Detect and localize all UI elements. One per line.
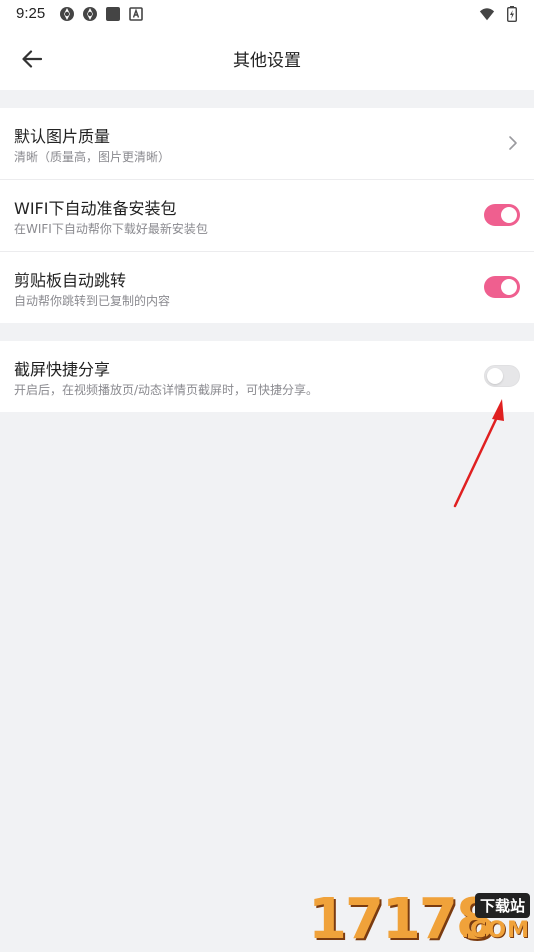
aperture-icon (59, 6, 75, 22)
clipboard-jump-toggle[interactable] (484, 276, 520, 298)
chevron-right-icon (509, 136, 517, 150)
wifi-icon (479, 6, 495, 22)
setting-title: 截屏快捷分享 (14, 360, 111, 379)
app-bar: 其他设置 (0, 28, 534, 90)
status-bar: 9:25 (0, 0, 534, 28)
toggle-knob (487, 368, 503, 384)
setting-title: 默认图片质量 (14, 127, 111, 146)
setting-row-image-quality[interactable]: 默认图片质量 清晰（质量高，图片更清晰） (0, 108, 534, 179)
setting-subtitle: 自动帮你跳转到已复制的内容 (14, 294, 171, 308)
status-time: 9:25 (16, 5, 46, 22)
wifi-auto-download-toggle[interactable] (484, 204, 520, 226)
settings-group-general: 默认图片质量 清晰（质量高，图片更清晰） WIFI下自动准备安装包 在WIFI下… (0, 108, 534, 323)
aperture-icon (82, 6, 98, 22)
page-title: 其他设置 (233, 51, 301, 71)
setting-row-clipboard-jump[interactable]: 剪贴板自动跳转 自动帮你跳转到已复制的内容 (0, 251, 534, 323)
setting-title: WIFI下自动准备安装包 (14, 199, 177, 218)
a-badge-icon (128, 6, 144, 22)
watermark-suffix: .COM (460, 918, 530, 943)
setting-row-wifi-auto-download[interactable]: WIFI下自动准备安装包 在WIFI下自动帮你下载好最新安装包 (0, 179, 534, 251)
watermark-badge: 下载站 (474, 893, 530, 918)
status-icons-right (479, 6, 520, 22)
screenshot-share-toggle[interactable] (484, 365, 520, 387)
setting-subtitle: 在WIFI下自动帮你下载好最新安装包 (14, 222, 208, 236)
status-icons-left (59, 6, 144, 22)
setting-subtitle: 清晰（质量高，图片更清晰） (14, 150, 171, 164)
annotation-arrow (453, 399, 504, 508)
setting-title: 剪贴板自动跳转 (14, 271, 127, 290)
square-icon (105, 6, 121, 22)
battery-charging-icon (504, 6, 520, 22)
toggle-knob (501, 279, 517, 295)
setting-subtitle: 开启后，在视频播放页/动态详情页截屏时，可快捷分享。 (14, 383, 319, 397)
watermark-logo: 17178 下载站 .COM (308, 888, 534, 950)
toggle-knob (501, 207, 517, 223)
